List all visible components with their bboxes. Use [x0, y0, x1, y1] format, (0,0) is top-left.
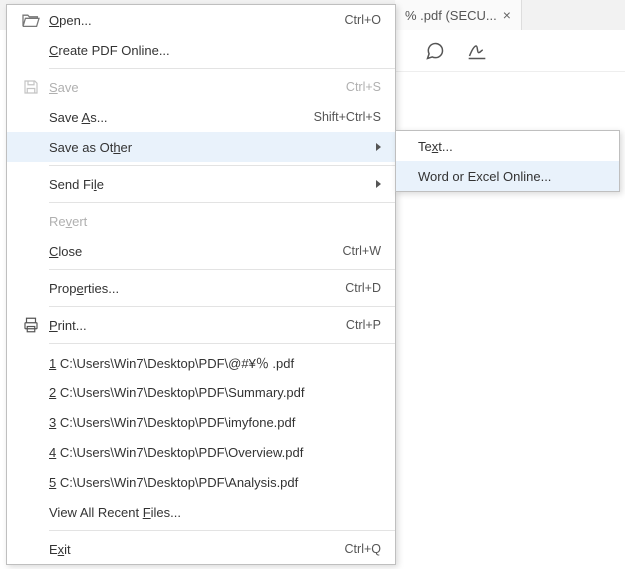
menu-label: Save as Other — [49, 140, 370, 155]
shortcut: Shift+Ctrl+S — [314, 110, 381, 124]
menu-label: 5 C:\Users\Win7\Desktop\PDF\Analysis.pdf — [49, 475, 381, 490]
menu-item-save-as-other[interactable]: Save as Other — [7, 132, 395, 162]
chevron-right-icon — [376, 180, 381, 188]
shortcut: Ctrl+P — [346, 318, 381, 332]
chevron-right-icon — [376, 143, 381, 151]
menu-label: 4 C:\Users\Win7\Desktop\PDF\Overview.pdf — [49, 445, 381, 460]
separator — [49, 68, 395, 69]
menu-item-save-as[interactable]: Save As... Shift+Ctrl+S — [7, 102, 395, 132]
menu-item-view-all-recent[interactable]: View All Recent Files... — [7, 497, 395, 527]
print-icon — [13, 316, 49, 334]
menu-item-save: Save Ctrl+S — [7, 72, 395, 102]
menu-label: Save — [49, 80, 346, 95]
shortcut: Ctrl+O — [345, 13, 381, 27]
menu-label: Properties... — [49, 281, 345, 296]
document-tab[interactable]: % .pdf (SECU... × — [395, 0, 522, 30]
menu-label: Open... — [49, 13, 345, 28]
menu-item-recent[interactable]: 5 C:\Users\Win7\Desktop\PDF\Analysis.pdf — [7, 467, 395, 497]
shortcut: Ctrl+Q — [345, 542, 381, 556]
menu-label: View All Recent Files... — [49, 505, 381, 520]
comment-icon[interactable] — [425, 41, 445, 61]
separator — [49, 269, 395, 270]
menu-label: 2 C:\Users\Win7\Desktop\PDF\Summary.pdf — [49, 385, 381, 400]
separator — [49, 343, 395, 344]
menu-item-revert: Revert — [7, 206, 395, 236]
shortcut: Ctrl+D — [345, 281, 381, 295]
menu-item-exit[interactable]: Exit Ctrl+Q — [7, 534, 395, 564]
save-icon — [13, 78, 49, 96]
sign-icon[interactable] — [467, 41, 487, 61]
separator — [49, 306, 395, 307]
menu-label: Send File — [49, 177, 370, 192]
file-menu: Open... Ctrl+O Create PDF Online... Save… — [6, 4, 396, 565]
close-icon[interactable]: × — [503, 8, 511, 22]
menu-label: 1 C:\Users\Win7\Desktop\PDF\@#¥％ .pdf — [49, 353, 381, 372]
folder-open-icon — [13, 12, 49, 28]
menu-label: Close — [49, 244, 342, 259]
menu-item-recent[interactable]: 1 C:\Users\Win7\Desktop\PDF\@#¥％ .pdf — [7, 347, 395, 377]
menu-label: Print... — [49, 318, 346, 333]
separator — [49, 202, 395, 203]
toolbar — [395, 30, 625, 72]
save-as-other-submenu: Text... Word or Excel Online... — [395, 130, 620, 192]
separator — [49, 165, 395, 166]
menu-label: Word or Excel Online... — [418, 169, 551, 184]
menu-item-create-pdf-online[interactable]: Create PDF Online... — [7, 35, 395, 65]
menu-label: Text... — [418, 139, 453, 154]
menu-item-send-file[interactable]: Send File — [7, 169, 395, 199]
menu-item-recent[interactable]: 3 C:\Users\Win7\Desktop\PDF\imyfone.pdf — [7, 407, 395, 437]
tab-label: % .pdf (SECU... — [405, 8, 497, 23]
menu-label: Revert — [49, 214, 381, 229]
menu-label: 3 C:\Users\Win7\Desktop\PDF\imyfone.pdf — [49, 415, 381, 430]
submenu-item-word-excel-online[interactable]: Word or Excel Online... — [396, 161, 619, 191]
menu-item-recent[interactable]: 4 C:\Users\Win7\Desktop\PDF\Overview.pdf — [7, 437, 395, 467]
menu-item-close[interactable]: Close Ctrl+W — [7, 236, 395, 266]
separator — [49, 530, 395, 531]
menu-item-properties[interactable]: Properties... Ctrl+D — [7, 273, 395, 303]
menu-item-open[interactable]: Open... Ctrl+O — [7, 5, 395, 35]
menu-label: Create PDF Online... — [49, 43, 381, 58]
submenu-item-text[interactable]: Text... — [396, 131, 619, 161]
shortcut: Ctrl+S — [346, 80, 381, 94]
shortcut: Ctrl+W — [342, 244, 381, 258]
menu-label: Exit — [49, 542, 345, 557]
menu-item-print[interactable]: Print... Ctrl+P — [7, 310, 395, 340]
menu-label: Save As... — [49, 110, 314, 125]
menu-item-recent[interactable]: 2 C:\Users\Win7\Desktop\PDF\Summary.pdf — [7, 377, 395, 407]
